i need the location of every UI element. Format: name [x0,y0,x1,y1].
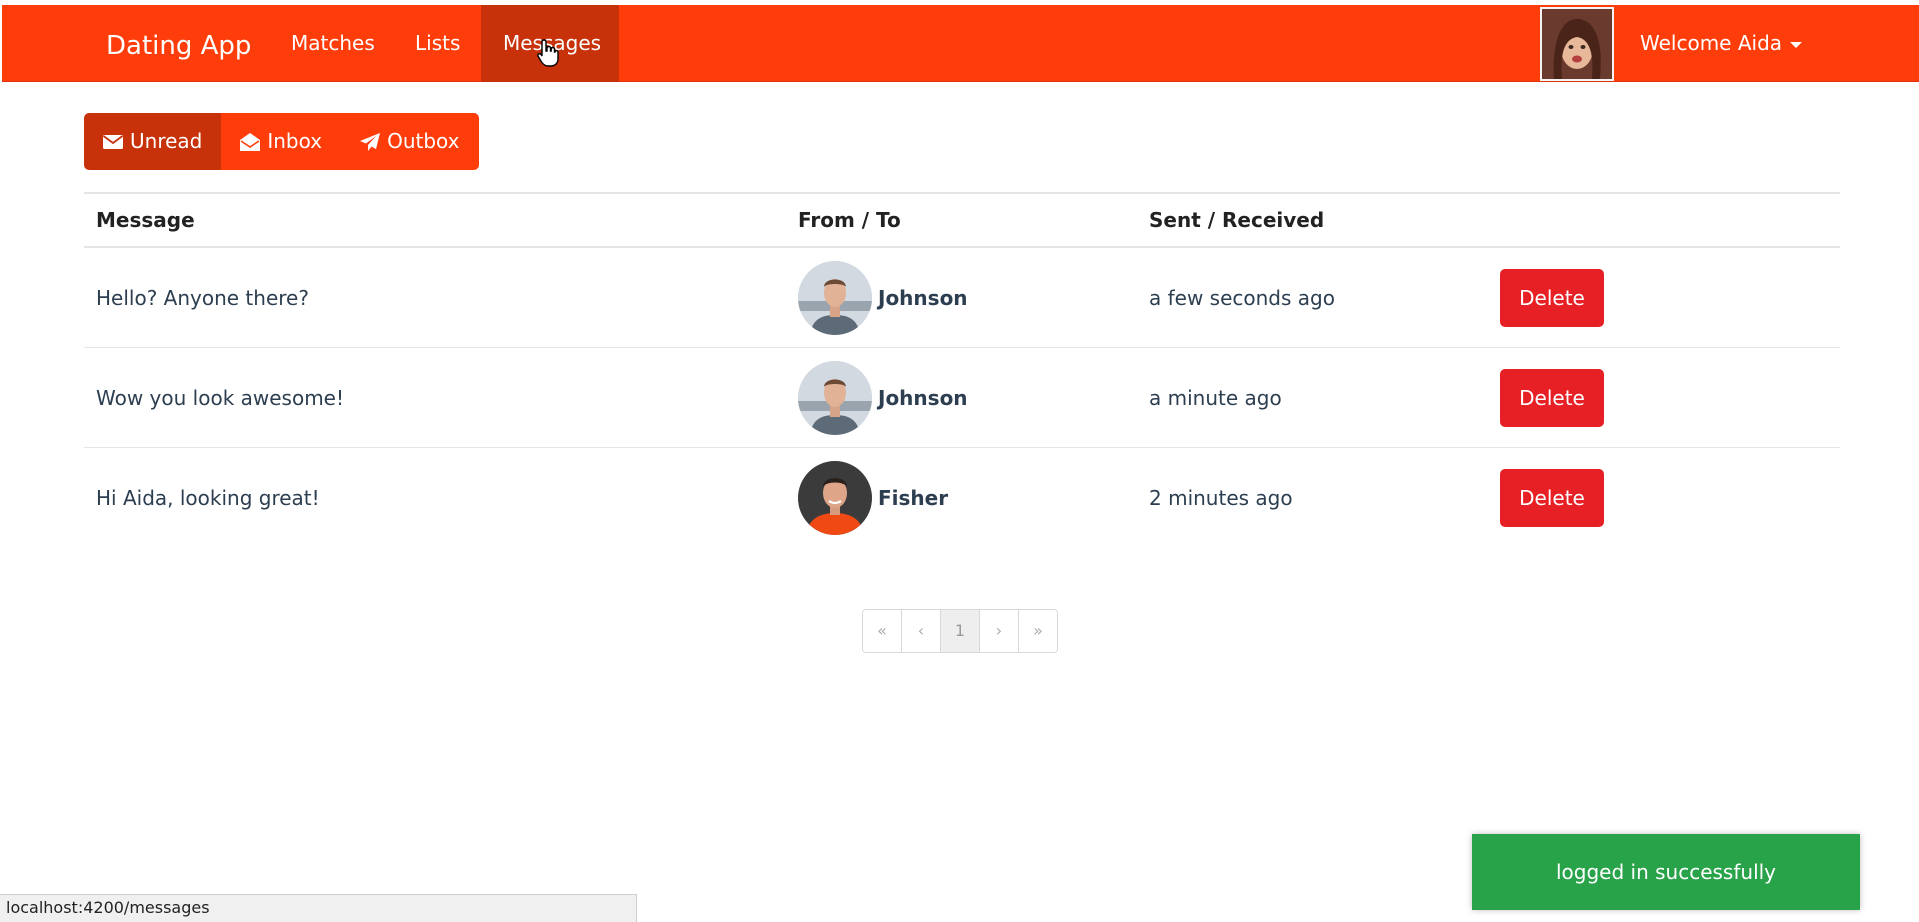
table-row[interactable]: Hi Aida, looking great! Fisher 2 minutes… [84,448,1840,548]
pagination-next-button[interactable]: › [980,610,1019,652]
actions-cell: Delete [1500,348,1604,427]
table-header: Message From / To Sent / Received [84,192,1840,248]
message-content: Hello? Anyone there? [96,286,309,310]
header-from-to: From / To [798,208,901,232]
delete-button[interactable]: Delete [1500,269,1604,327]
success-toast[interactable]: logged in successfully [1472,834,1860,910]
sender-name: Johnson [878,386,968,410]
table-row[interactable]: Hello? Anyone there? Johnson a few secon… [84,248,1840,348]
user-avatar [1540,7,1614,81]
paper-plane-icon [360,132,381,151]
pagination-prev-button[interactable]: ‹ [902,610,941,652]
pagination-first-button[interactable]: « [863,610,902,652]
message-time: 2 minutes ago [1149,486,1293,510]
messages-table: Message From / To Sent / Received Hello?… [84,192,1840,548]
header-message: Message [96,208,195,232]
table-row[interactable]: Wow you look awesome! Johnson a minute a… [84,348,1840,448]
message-content: Hi Aida, looking great! [96,486,320,510]
message-content: Wow you look awesome! [96,386,345,410]
tab-outbox[interactable]: Outbox [341,113,479,170]
caret-down-icon [1790,41,1803,48]
avatar [798,461,872,535]
avatar-photo-icon [798,361,872,435]
header-sent-received: Sent / Received [1149,208,1325,232]
avatar [798,261,872,335]
avatar [798,361,872,435]
avatar-photo-icon [798,461,872,535]
nav-link-matches[interactable]: Matches [269,5,397,82]
envelope-open-icon [240,132,261,151]
sender-cell: Fisher [798,448,948,548]
tab-unread[interactable]: Unread [84,113,222,170]
sender-cell: Johnson [798,348,968,448]
nav-link-lists[interactable]: Lists [393,5,482,82]
sender-name: Fisher [878,486,949,510]
tab-inbox[interactable]: Inbox [221,113,342,170]
message-time: a few seconds ago [1149,286,1335,310]
avatar-photo-icon [798,261,872,335]
actions-cell: Delete [1500,248,1604,327]
message-time: a minute ago [1149,386,1282,410]
welcome-label: Welcome Aida [1640,31,1783,55]
brand-link[interactable]: Dating App [106,31,251,61]
sender-name: Johnson [878,286,968,310]
pagination-last-button[interactable]: » [1019,610,1057,652]
pagination: « ‹ 1 › » [862,609,1058,653]
message-container-tabs: Unread Inbox Outbox [84,113,479,170]
tab-inbox-label: Inbox [267,129,323,153]
delete-button[interactable]: Delete [1500,369,1604,427]
tab-outbox-label: Outbox [387,129,460,153]
envelope-icon [103,134,123,149]
hand-cursor-icon [536,38,560,72]
actions-cell: Delete [1500,448,1604,527]
user-photo-icon [1542,9,1612,79]
sender-cell: Johnson [798,248,968,348]
welcome-dropdown[interactable]: Welcome Aida [1640,5,1803,82]
pagination-page-1[interactable]: 1 [941,610,980,652]
tab-unread-label: Unread [130,129,203,153]
top-navbar: Dating App Matches Lists Messages Welcom… [2,5,1919,82]
browser-status-url: localhost:4200/messages [0,894,637,922]
delete-button[interactable]: Delete [1500,469,1604,527]
